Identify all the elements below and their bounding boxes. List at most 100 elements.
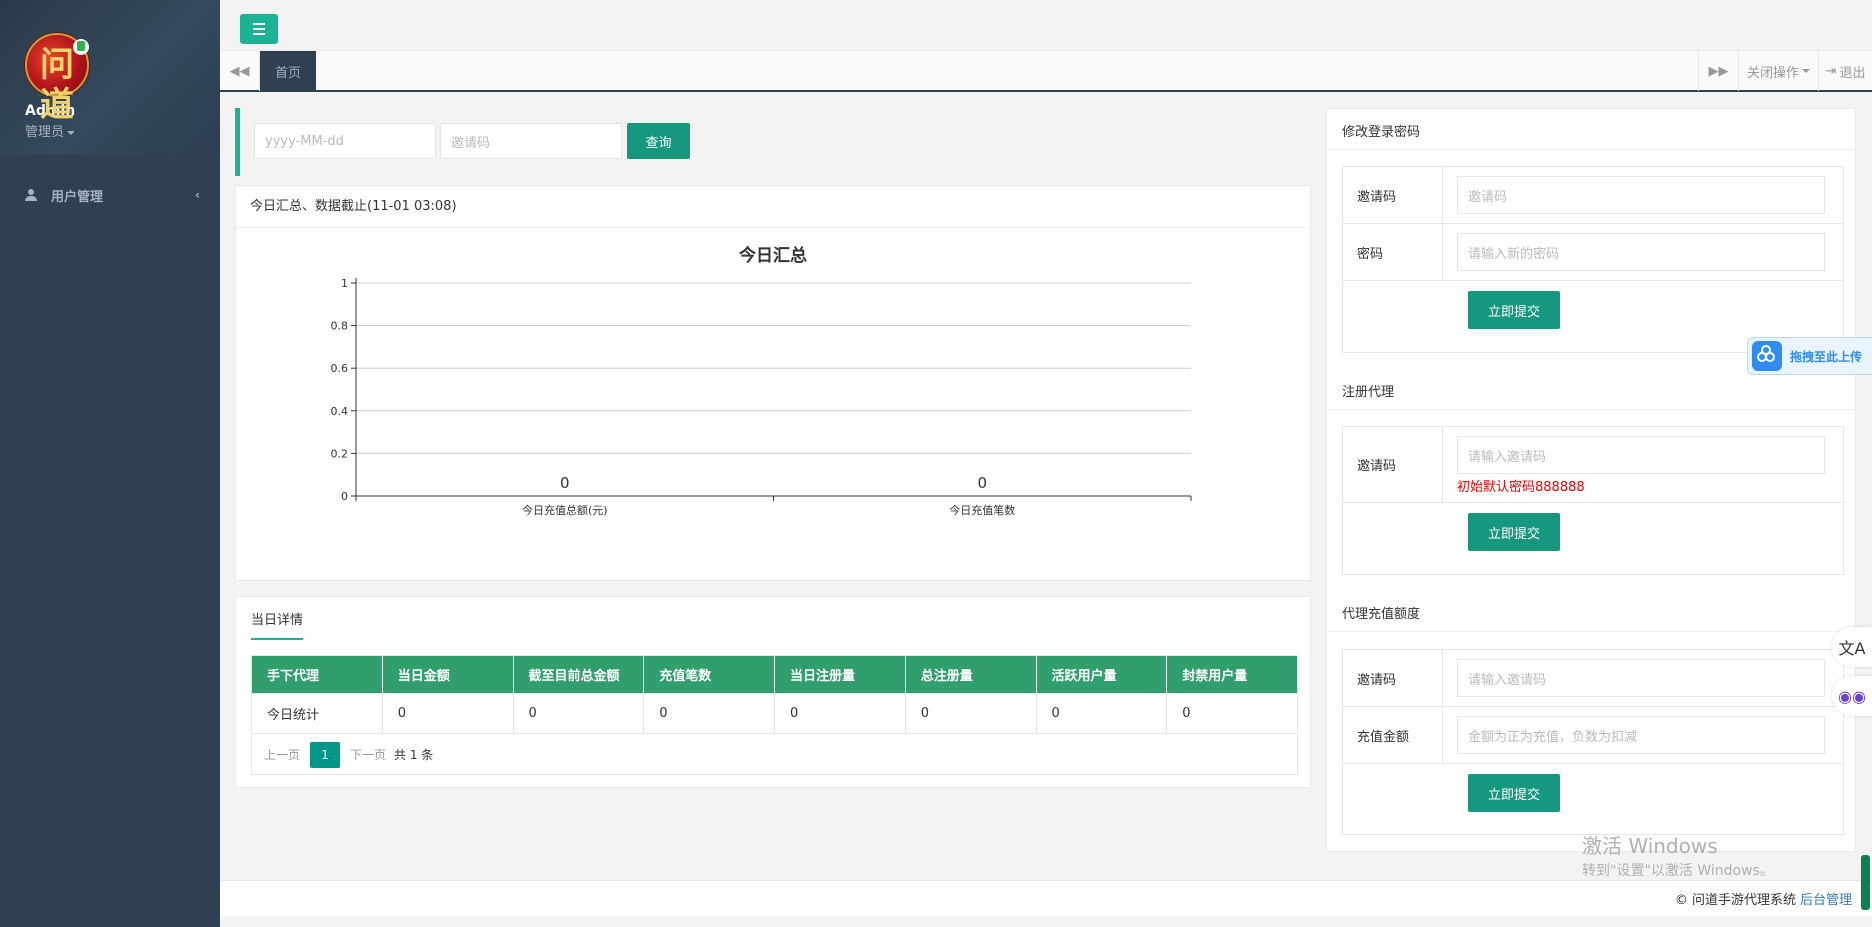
avatar-text: 问道 <box>40 45 74 125</box>
date-input[interactable]: yyyy-MM-dd <box>254 123 436 159</box>
register-agent-form: 邀请码 请输入邀请码 初始默认密码888888 立即提交 <box>1342 426 1844 575</box>
table-cell: 0 <box>512 693 645 734</box>
logout-icon: ⇥ <box>1825 63 1837 79</box>
invite-code-label: 邀请码 <box>1343 650 1443 706</box>
caret-down-icon <box>67 130 76 135</box>
caret-down-icon <box>1802 69 1810 73</box>
footer-admin-link[interactable]: 后台管理 <box>1800 889 1852 908</box>
column-header: 封禁用户量 <box>1166 655 1298 694</box>
summary-panel-title: 今日汇总、数据截止(11-01 03:08) <box>236 186 1310 228</box>
table-cell: 0 <box>904 693 1037 734</box>
total-count: 共 1 条 <box>394 748 434 762</box>
column-header: 手下代理 <box>251 655 383 694</box>
assistant-bot-icon[interactable]: ◉◉ <box>1832 676 1872 716</box>
next-page-button[interactable]: 下一页 <box>350 746 386 763</box>
table-cell: 0 <box>1166 693 1298 734</box>
user-role: 管理员 <box>25 125 65 140</box>
user-profile: 问道 Admin 管理员 <box>0 0 220 155</box>
y-tick-label: 1 <box>341 277 348 290</box>
y-tick-label: 0.4 <box>331 405 349 418</box>
y-tick-label: 0.6 <box>331 362 349 375</box>
prev-page-button[interactable]: 上一页 <box>264 746 300 763</box>
y-tick-label: 0.8 <box>331 320 349 333</box>
detail-table: 手下代理 当日金额 截至目前总金额 充值笔数 当日注册量 总注册量 活跃用户量 封禁用户量 今… <box>251 655 1298 734</box>
new-password-input[interactable]: 请输入新的密码 <box>1457 233 1825 271</box>
tab-bar: ◀◀ 首页 ▶▶ 关闭操作 ⇥ 退出 <box>220 50 1872 92</box>
backward-icon: ◀◀ <box>229 63 250 79</box>
recharge-submit-button[interactable]: 立即提交 <box>1468 774 1560 812</box>
table-cell: 今日统计 <box>251 693 383 734</box>
search-form: yyyy-MM-dd 邀请码 查询 <box>235 108 1310 176</box>
column-header: 当日金额 <box>381 655 514 694</box>
recharge-code-input[interactable]: 请输入邀请码 <box>1457 659 1825 697</box>
query-button[interactable]: 查询 <box>627 123 690 159</box>
table-header-row: 手下代理 当日金额 截至目前总金额 充值笔数 当日注册量 总注册量 活跃用户量 封禁用户量 <box>251 655 1298 694</box>
tab-home[interactable]: 首页 <box>260 51 316 91</box>
change-password-title: 修改登录密码 <box>1342 125 1421 140</box>
table-row: 今日统计 0 0 0 0 0 0 0 <box>251 693 1298 734</box>
default-password-hint: 初始默认密码888888 <box>1457 480 1585 495</box>
column-header: 活跃用户量 <box>1035 655 1168 694</box>
windows-activation-subtitle: 转到"设置"以激活 Windows。 <box>1582 863 1774 879</box>
cloud-icon <box>1752 341 1782 371</box>
table-cell: 0 <box>381 693 514 734</box>
sidebar: 问道 Admin 管理员 用户管理 ‹ <box>0 0 220 927</box>
data-label: 0 <box>977 474 987 492</box>
y-tick-label: 0.2 <box>331 447 349 460</box>
table-cell: 0 <box>643 693 775 734</box>
column-header: 总注册量 <box>904 655 1037 694</box>
change-password-form: 邀请码 邀请码 密码 请输入新的密码 立即提交 <box>1342 166 1844 353</box>
close-operations-label: 关闭操作 <box>1746 65 1799 81</box>
user-icon <box>25 189 37 201</box>
system-tray-indicator <box>1861 855 1870 910</box>
data-label: 0 <box>560 474 570 492</box>
invite-code-label: 邀请码 <box>1343 427 1443 502</box>
sidebar-item-user-management[interactable]: 用户管理 ‹ <box>0 180 220 210</box>
change-password-code-input[interactable]: 邀请码 <box>1457 176 1825 214</box>
menu-toggle-button[interactable] <box>240 14 278 44</box>
recharge-title: 代理充值额度 <box>1342 607 1421 622</box>
recharge-form: 邀请码 请输入邀请码 充值金额 金额为正为充值，负数为扣减 立即提交 <box>1342 649 1844 835</box>
windows-activation-title: 激活 Windows <box>1582 834 1718 858</box>
tab-scroll-right-button[interactable]: ▶▶ <box>1698 51 1738 91</box>
avatar[interactable]: 问道 <box>25 33 89 125</box>
forward-icon: ▶▶ <box>1708 63 1729 79</box>
drag-upload-label: 拖拽至此上传 <box>1790 349 1863 364</box>
logout-button[interactable]: ⇥ 退出 <box>1818 51 1872 91</box>
column-header: 充值笔数 <box>643 655 775 694</box>
logout-label: 退出 <box>1839 65 1866 81</box>
translate-icon[interactable]: 文A <box>1832 627 1872 667</box>
footer: © 问道手游代理系统 后台管理 <box>220 880 1872 916</box>
right-forms-panel: 修改登录密码 邀请码 邀请码 密码 请输入新的密码 立即提交 注册代理 邀请码 … <box>1326 108 1856 852</box>
recharge-amount-label: 充值金额 <box>1343 707 1443 763</box>
footer-copyright: © 问道手游代理系统 <box>1674 893 1796 908</box>
x-tick-label: 今日充值笔数 <box>949 503 1015 517</box>
register-agent-submit-button[interactable]: 立即提交 <box>1468 513 1560 551</box>
x-tick-label: 今日充值总额(元) <box>522 503 608 517</box>
detail-panel: 当日详情 手下代理 当日金额 截至目前总金额 充值笔数 当日注册量 总注册量 活跃用户量 封禁… <box>235 596 1311 788</box>
table-body: 今日统计 0 0 0 0 0 0 0 <box>251 693 1298 734</box>
invite-code-label: 邀请码 <box>1343 167 1443 223</box>
table-cell: 0 <box>774 693 906 734</box>
table-cell: 0 <box>1035 693 1168 734</box>
register-agent-title: 注册代理 <box>1342 385 1395 400</box>
password-label: 密码 <box>1343 224 1443 280</box>
tab-scroll-left-button[interactable]: ◀◀ <box>220 51 260 91</box>
page-1-button[interactable]: 1 <box>310 741 341 768</box>
chevron-left-icon: ‹ <box>195 188 200 202</box>
recharge-amount-input[interactable]: 金额为正为充值，负数为扣减 <box>1457 716 1825 754</box>
register-agent-code-input[interactable]: 请输入邀请码 <box>1457 436 1825 474</box>
pagination: 上一页 1 下一页 共 1 条 <box>251 735 1298 775</box>
close-operations-dropdown[interactable]: 关闭操作 <box>1738 51 1818 91</box>
tab-daily-details[interactable]: 当日详情 <box>251 609 304 640</box>
sidebar-item-label: 用户管理 <box>51 189 104 205</box>
column-header: 当日注册量 <box>774 655 906 694</box>
column-header: 截至目前总金额 <box>512 655 645 694</box>
y-tick-label: 0 <box>341 490 348 503</box>
top-navbar <box>220 0 1872 50</box>
invite-code-input[interactable]: 邀请码 <box>440 123 622 159</box>
change-password-submit-button[interactable]: 立即提交 <box>1468 291 1560 329</box>
badge-icon <box>73 39 89 55</box>
summary-panel: 今日汇总、数据截止(11-01 03:08) 今日汇总 0 0.2 0.4 0.6 0.… <box>235 185 1311 581</box>
drag-upload-widget[interactable]: 拖拽至此上传 <box>1747 337 1872 375</box>
